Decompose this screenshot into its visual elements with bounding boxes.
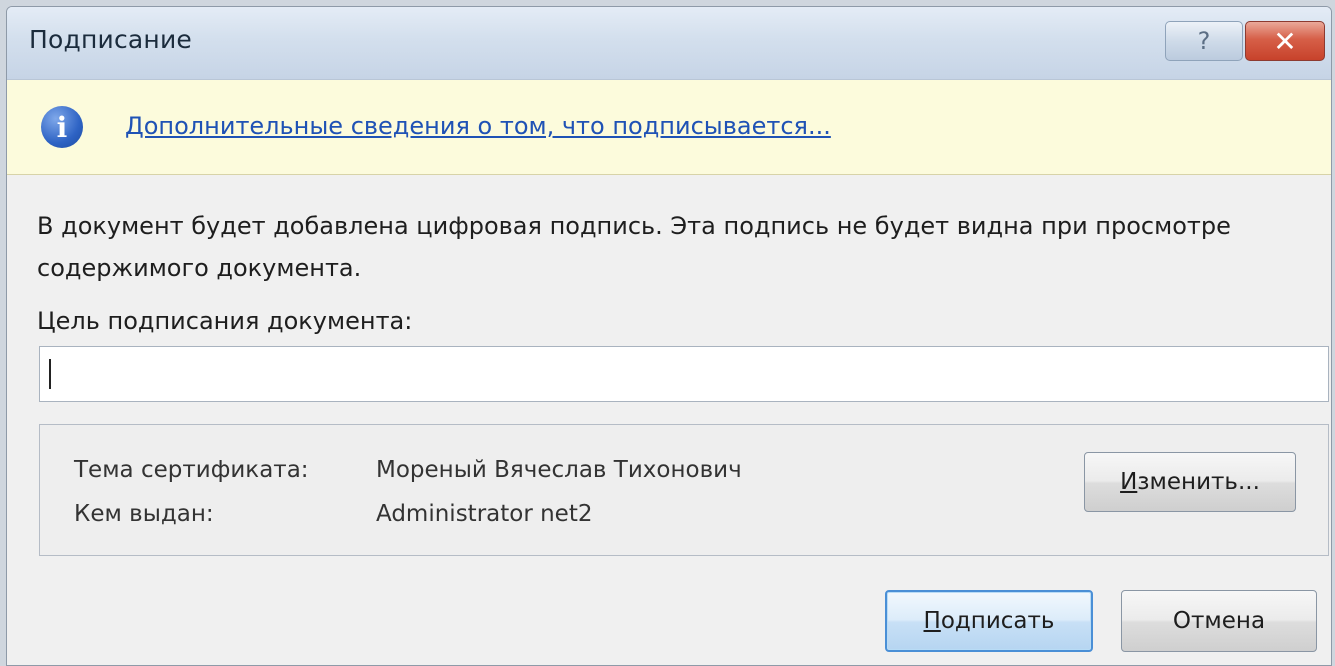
signing-dialog: Подписание ? ✕ i Дополнительные сведения… bbox=[6, 6, 1332, 666]
cancel-button[interactable]: Отмена bbox=[1121, 590, 1317, 652]
more-info-link[interactable]: Дополнительные сведения о том, что подпи… bbox=[125, 112, 831, 140]
issuer-label: Кем выдан: bbox=[74, 501, 214, 527]
certificate-group: Тема сертификата: Мореный Вячеслав Тихон… bbox=[39, 424, 1329, 556]
sign-button[interactable]: Подписать bbox=[885, 590, 1093, 652]
info-icon: i bbox=[41, 106, 83, 148]
text-caret bbox=[49, 359, 51, 389]
purpose-label: Цель подписания документа: bbox=[37, 307, 413, 335]
close-icon: ✕ bbox=[1273, 24, 1297, 58]
dialog-title: Подписание bbox=[29, 25, 193, 54]
purpose-input[interactable] bbox=[39, 346, 1329, 402]
change-button-label: зменить... bbox=[1137, 469, 1260, 495]
subject-value: Мореный Вячеслав Тихонович bbox=[376, 457, 742, 483]
cancel-button-label: Отмена bbox=[1172, 608, 1266, 634]
subject-label: Тема сертификата: bbox=[74, 457, 309, 483]
change-button-accesskey: И bbox=[1120, 469, 1138, 495]
question-icon: ? bbox=[1197, 27, 1211, 55]
close-button[interactable]: ✕ bbox=[1245, 21, 1325, 61]
signature-description: В документ будет добавлена цифровая подп… bbox=[37, 212, 1231, 282]
change-certificate-button[interactable]: Изменить... bbox=[1084, 452, 1296, 512]
info-bar: i Дополнительные сведения о том, что под… bbox=[7, 80, 1331, 175]
help-button[interactable]: ? bbox=[1165, 21, 1243, 61]
sign-button-label: одписать bbox=[940, 608, 1055, 634]
issuer-value: Administrator net2 bbox=[376, 501, 593, 527]
title-bar[interactable]: Подписание ? ✕ bbox=[7, 7, 1331, 80]
sign-button-accesskey: П bbox=[923, 608, 941, 634]
